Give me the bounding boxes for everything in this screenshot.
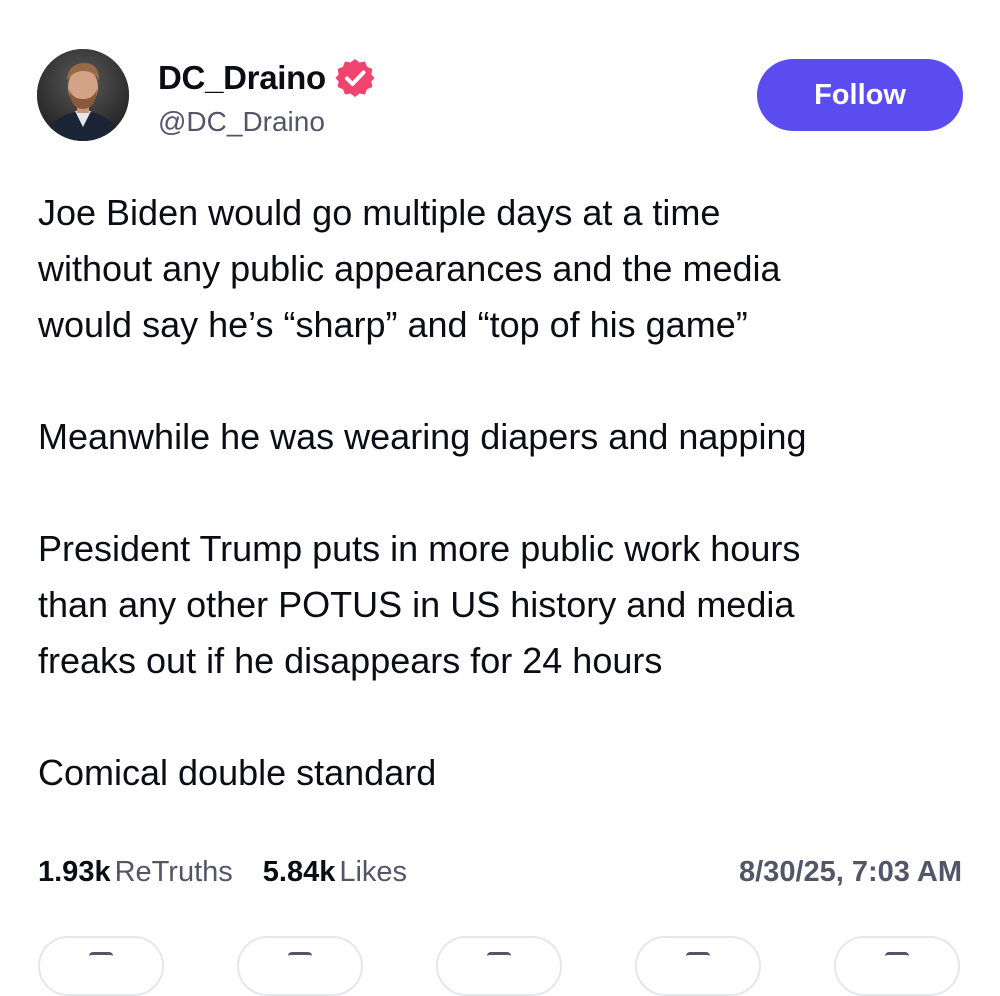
like-icon [487, 952, 511, 965]
truth-post: DC_Draino @DC_Draino Follow Joe Biden wo… [0, 0, 1000, 996]
retruth-icon [288, 952, 312, 965]
retruths-stat[interactable]: 1.93k ReTruths [38, 852, 233, 892]
user-handle[interactable]: @DC_Draino [158, 104, 325, 140]
post-paragraph: President Trump puts in more public work… [38, 528, 801, 681]
action-bar [0, 936, 1000, 996]
like-button[interactable] [436, 936, 562, 996]
retruths-label: ReTruths [114, 856, 233, 888]
reply-button[interactable] [38, 936, 164, 996]
post-body: Joe Biden would go multiple days at a ti… [38, 185, 968, 801]
post-paragraph: Meanwhile he was wearing diapers and nap… [38, 416, 807, 457]
verified-badge-icon [334, 57, 376, 99]
post-timestamp: 8/30/25, 7:03 AM [739, 856, 962, 888]
avatar[interactable] [37, 49, 129, 141]
likes-stat[interactable]: 5.84k Likes [263, 852, 407, 892]
likes-label: Likes [339, 856, 408, 888]
display-name[interactable]: DC_Draino [158, 58, 326, 98]
post-paragraph: Joe Biden would go multiple days at a ti… [38, 192, 781, 345]
reply-icon [89, 952, 113, 965]
follow-button[interactable]: Follow [757, 59, 963, 131]
share-button[interactable] [635, 936, 761, 996]
post-paragraph: Comical double standard [38, 752, 437, 793]
retruths-count: 1.93k [38, 856, 111, 888]
retruth-button[interactable] [237, 936, 363, 996]
more-icon [885, 952, 909, 965]
likes-count: 5.84k [262, 856, 336, 888]
share-icon [686, 952, 710, 965]
more-button[interactable] [834, 936, 960, 996]
post-stats: 1.93k ReTruths 5.84k Likes [38, 852, 437, 892]
author-name-row: DC_Draino [158, 58, 376, 98]
